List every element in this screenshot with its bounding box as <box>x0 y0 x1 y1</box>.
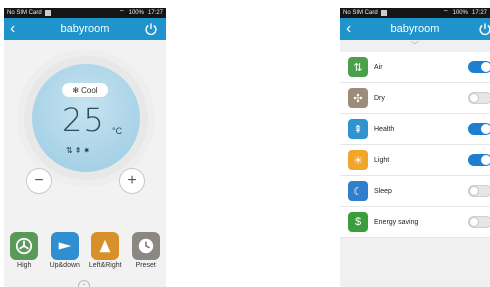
title-bar: ‹ babyroom <box>340 18 490 40</box>
function-screen: No SIM Card ⌔ 100% 17:27 ‹ babyroom ﹀ ⇅ A… <box>340 8 490 287</box>
fan-speed-button[interactable]: High <box>4 232 44 269</box>
increase-temp-button[interactable]: + <box>119 168 145 194</box>
temperature-value: 25 <box>62 101 105 139</box>
swing-vertical-button[interactable]: Up&down <box>45 232 85 269</box>
function-label: Energy saving <box>374 218 419 226</box>
function-label: Health <box>374 125 395 133</box>
wifi-icon: ⌔ <box>118 10 125 16</box>
function-toggle[interactable] <box>468 61 490 73</box>
toggle-knob <box>481 62 490 72</box>
health-icon: ⇞ <box>348 119 368 139</box>
sun-icon: ✷ <box>83 146 93 155</box>
fan-icon <box>10 232 39 260</box>
sleep-icon: ☾ <box>348 181 368 201</box>
toggle-knob <box>469 93 479 103</box>
sim-icon <box>44 10 51 16</box>
function-toggle[interactable] <box>468 154 490 166</box>
wifi-icon: ⌔ <box>442 10 449 16</box>
toggle-knob <box>469 186 479 196</box>
chevron-up-icon[interactable]: ⌃ <box>78 280 90 287</box>
toggle-knob <box>469 217 479 227</box>
clock-text: 17:27 <box>471 10 487 16</box>
power-icon[interactable] <box>144 22 158 36</box>
dry-icon: ✣ <box>348 88 368 108</box>
preset-label: Preset <box>135 262 156 269</box>
function-toggle[interactable] <box>468 92 490 104</box>
light-icon: ☀ <box>348 150 368 170</box>
clock-text: 17:27 <box>147 10 163 16</box>
function-label: Air <box>374 63 383 71</box>
toggle-knob <box>481 124 490 134</box>
function-row-health[interactable]: ⇞ Health <box>340 114 490 145</box>
function-row-dry[interactable]: ✣ Dry <box>340 83 490 114</box>
title-bar: ‹ babyroom <box>4 18 166 40</box>
swing-vertical-icon <box>50 232 79 260</box>
clock-icon <box>131 232 160 260</box>
function-list: ⇅ Air ✣ Dry ⇞ Health ☀ Light ☾ Sleep $ Energy savin… <box>340 52 490 238</box>
function-label: Sleep <box>374 187 392 195</box>
swing-vertical-label: Up&down <box>49 262 80 269</box>
toggle-knob <box>481 155 490 165</box>
main-control-screen: No SIM Card ⌔ 100% 17:27 ‹ babyroom ✻ Co… <box>4 8 166 287</box>
swing-horizontal-icon <box>91 232 120 260</box>
mode-pill[interactable]: ✻ Cool <box>62 83 108 97</box>
swing-horizontal-label: Left&Right <box>88 262 122 269</box>
preset-button[interactable]: Preset <box>126 232 166 269</box>
decrease-temp-button[interactable]: − <box>26 168 52 194</box>
swing-horizontal-button[interactable]: Left&Right <box>85 232 125 269</box>
status-bar: No SIM Card ⌔ 100% 17:27 <box>4 8 166 18</box>
air-icon: ⇅ <box>66 146 75 155</box>
temperature-dial[interactable]: ✻ Cool 25 °C ⇅⇞✷ <box>24 56 148 180</box>
function-toggle[interactable] <box>468 185 490 197</box>
function-toggle[interactable] <box>468 123 490 135</box>
carrier-text: No SIM Card <box>7 10 42 16</box>
function-label: Dry <box>374 94 385 102</box>
page-title: babyroom <box>390 23 440 35</box>
chevron-down-icon[interactable]: ﹀ <box>340 40 490 52</box>
function-row-energy-saving[interactable]: $ Energy saving <box>340 207 490 238</box>
air-icon: ⇅ <box>348 57 368 77</box>
back-arrow-icon[interactable]: ‹ <box>10 20 15 38</box>
fan-speed-label: High <box>17 262 32 269</box>
battery-text: 100% <box>452 10 468 16</box>
energy-saving-icon: $ <box>348 212 368 232</box>
temperature-display: ✻ Cool 25 °C ⇅⇞✷ <box>32 64 140 172</box>
status-bar: No SIM Card ⌔ 100% 17:27 <box>340 8 490 18</box>
carrier-text: No SIM Card <box>343 10 378 16</box>
temperature-unit: °C <box>112 126 123 136</box>
function-row-light[interactable]: ☀ Light <box>340 145 490 176</box>
snowflake-icon: ✻ <box>72 85 80 95</box>
bottom-menu: High Up&down Left&Right Preset <box>4 232 166 269</box>
function-toggle[interactable] <box>468 216 490 228</box>
power-icon[interactable] <box>478 22 490 36</box>
page-title: babyroom <box>60 23 110 35</box>
function-row-air[interactable]: ⇅ Air <box>340 52 490 83</box>
sim-icon <box>380 10 387 16</box>
active-mode-icons: ⇅⇞✷ <box>66 146 92 155</box>
function-row-sleep[interactable]: ☾ Sleep <box>340 176 490 207</box>
mode-label: Cool <box>81 85 98 95</box>
battery-text: 100% <box>128 10 144 16</box>
function-label: Light <box>374 156 390 164</box>
back-arrow-icon[interactable]: ‹ <box>346 20 351 38</box>
